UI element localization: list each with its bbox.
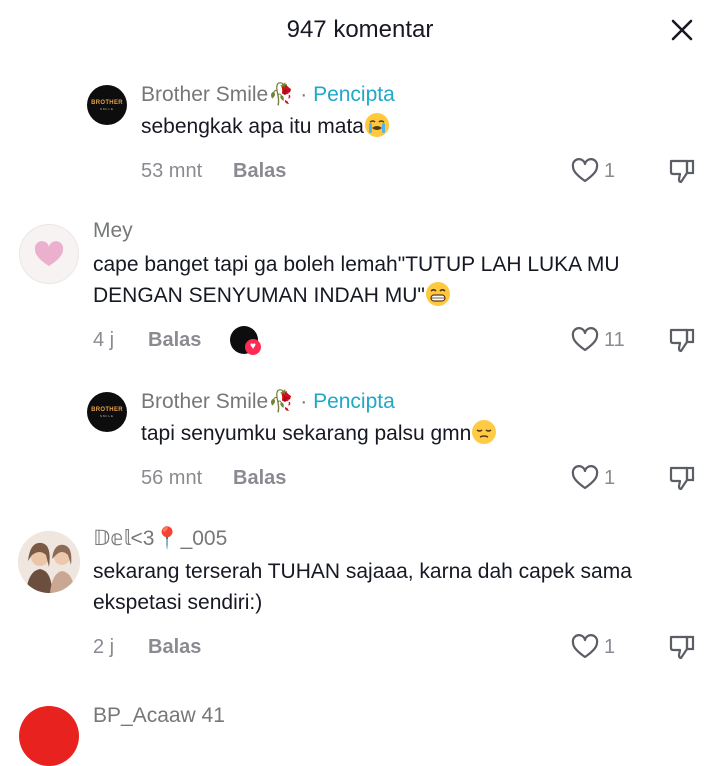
avatar[interactable]: BROTHER SMILE <box>87 392 127 432</box>
profile-photo-icon <box>18 531 80 593</box>
grinning-face-icon <box>425 282 450 306</box>
rose-icon: 🥀 <box>268 83 295 106</box>
heart-outline-icon[interactable] <box>571 634 599 660</box>
like-count: 11 <box>604 329 625 351</box>
like-count: 1 <box>604 160 616 182</box>
avatar-brand-subtext: SMILE <box>99 413 114 418</box>
comment-username[interactable]: BP_Acaaw 41 <box>93 704 225 728</box>
avatar-brand-text: BROTHER <box>91 99 123 106</box>
thumbs-down-icon[interactable] <box>668 157 696 185</box>
reply-button[interactable]: Balas <box>233 467 286 490</box>
comment-item: BP_Acaaw 41 <box>0 690 720 766</box>
comment-time: 4 j <box>93 329 115 351</box>
like-count: 1 <box>604 467 616 489</box>
reply-button[interactable]: Balas <box>233 160 286 183</box>
heart-outline-icon[interactable] <box>571 327 599 353</box>
comments-header: 947 komentar <box>0 0 720 62</box>
comment-username-row: Brother Smile🥀 · Pencipta <box>141 83 395 107</box>
avatar[interactable] <box>18 531 80 593</box>
comment-text: sebengkak apa itu mata <box>141 115 364 138</box>
comment-text: sekarang terserah TUHAN sajaaa, karna da… <box>93 560 632 614</box>
comment-username[interactable]: 𝔻𝕖𝕝<3📍_005 <box>93 526 227 551</box>
close-icon[interactable] <box>664 12 700 48</box>
comment-reply: BROTHER SMILE Brother Smile🥀 · Pencipta … <box>0 381 720 511</box>
comment-username[interactable]: Brother Smile <box>141 390 268 413</box>
comment-count-title: 947 komentar <box>286 16 434 43</box>
thumbs-down-icon[interactable] <box>668 633 696 661</box>
comment-username[interactable]: Brother Smile <box>141 83 268 106</box>
heart-icon: ♥ <box>245 339 261 355</box>
reply-button[interactable]: Balas <box>148 636 201 659</box>
thumbs-down-icon[interactable] <box>668 326 696 354</box>
comment-text-block: cape banget tapi ga boleh lemah"TUTUP LA… <box>93 249 683 311</box>
comment-item: 𝔻𝕖𝕝<3📍_005 sekarang terserah TUHAN sajaa… <box>0 522 720 682</box>
creator-liked-badge: ♥ <box>230 326 261 355</box>
comment-time: 53 mnt <box>141 160 203 182</box>
blurred-heart-icon <box>34 241 64 266</box>
comment-username-row: Brother Smile🥀 · Pencipta <box>141 390 395 414</box>
heart-outline-icon[interactable] <box>571 158 599 184</box>
comment-username[interactable]: Mey <box>93 219 133 243</box>
separator-dot: · <box>300 390 308 413</box>
comment-text-line: tapi senyumku sekarang palsu gmn <box>141 418 497 449</box>
reply-button[interactable]: Balas <box>148 329 201 352</box>
comment-time: 56 mnt <box>141 467 203 489</box>
avatar[interactable] <box>19 224 79 284</box>
separator-dot: · <box>300 83 308 106</box>
avatar[interactable]: BROTHER SMILE <box>87 85 127 125</box>
comment-text: cape banget tapi ga boleh lemah"TUTUP LA… <box>93 253 620 307</box>
loudly-crying-face-icon <box>364 113 389 137</box>
rose-icon: 🥀 <box>268 390 295 413</box>
avatar-brand-text: BROTHER <box>91 406 123 413</box>
thumbs-down-icon[interactable] <box>668 464 696 492</box>
creator-badge: Pencipta <box>313 83 395 106</box>
comment-time: 2 j <box>93 636 115 658</box>
avatar-brand-subtext: SMILE <box>99 106 114 111</box>
pensive-face-icon <box>472 420 497 444</box>
comment-text-line: sebengkak apa itu mata <box>141 111 389 142</box>
heart-outline-icon[interactable] <box>571 465 599 491</box>
like-count: 1 <box>604 636 616 658</box>
avatar[interactable] <box>19 706 79 766</box>
creator-badge: Pencipta <box>313 390 395 413</box>
comment-reply: BROTHER SMILE Brother Smile🥀 · Pencipta … <box>0 74 720 204</box>
comment-item: Mey cape banget tapi ga boleh lemah"TUTU… <box>0 214 720 374</box>
comment-text: tapi senyumku sekarang palsu gmn <box>141 422 472 445</box>
